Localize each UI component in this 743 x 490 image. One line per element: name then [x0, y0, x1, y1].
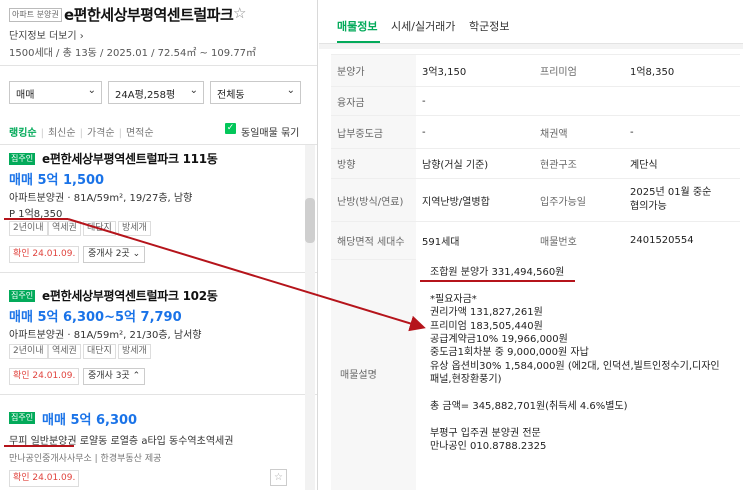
tab-school-info[interactable]: 학군정보	[469, 18, 509, 34]
scrollbar-track[interactable]	[305, 145, 315, 490]
chevron-down-icon: ⌄	[189, 85, 198, 96]
owner-badge: 집주인	[9, 412, 36, 424]
divider	[0, 144, 317, 145]
owner-badge: 집주인	[9, 290, 36, 302]
info-value: 591세대	[416, 221, 534, 260]
info-key: 매물번호	[534, 221, 624, 260]
info-row: 융자금 -	[331, 86, 740, 116]
listing-title: e편한세상부평역센트럴파크 111동	[42, 152, 218, 166]
feature-tag: 2년이내	[9, 221, 48, 236]
listing-description: 조합원 분양가 331,494,560원 *필요자금* 권리가액 131,827…	[430, 267, 720, 453]
tab-listing-info[interactable]: 매물정보	[337, 18, 377, 34]
info-key: 현관구조	[534, 148, 624, 179]
feature-tag: 역세권	[48, 344, 81, 359]
building-select[interactable]: 전체동 ⌄	[210, 81, 301, 104]
info-row: 방향 남향(거실 기준) 현관구조 계단식	[331, 148, 740, 179]
sort-price[interactable]: 가격순	[87, 128, 115, 139]
description-label: 매물설명	[340, 370, 377, 381]
apt-type-tag: 아파트 분양권	[9, 8, 62, 22]
agents-button[interactable]: 중개사 2곳 ⌄	[83, 246, 146, 263]
info-value: 남향(거실 기준)	[416, 148, 534, 179]
info-key: 납부중도금	[331, 115, 416, 149]
listing-panel: 아파트 분양권 e편한세상부평역센트럴파크 ☆ 단지정보 더보기 › 1500세…	[0, 0, 318, 490]
feature-tag: 역세권	[48, 221, 81, 236]
sort-area[interactable]: 면적순	[126, 128, 154, 139]
info-value: -	[416, 86, 534, 116]
annotation-underline	[420, 280, 575, 282]
info-value: 지역난방/열병합	[416, 178, 534, 222]
info-value: 2025년 01월 중순 협의가능	[624, 178, 740, 222]
star-icon[interactable]: ☆	[270, 469, 287, 486]
info-key: 프리미엄	[534, 54, 624, 87]
listing-info-table: 분양가 3억3,150 프리미엄 1억8,350 융자금 - 납부중도금 - 채…	[331, 54, 740, 260]
confirm-date: 확인 24.01.09.	[9, 470, 80, 487]
info-key: 융자금	[331, 86, 416, 116]
info-key: 채권액	[534, 115, 624, 149]
listing-spec: 아파트분양권 · 81A/59m², 21/30층, 남서향	[9, 330, 202, 341]
area-select[interactable]: 24A평,258평 ⌄	[108, 81, 204, 104]
info-key: 입주가능일	[534, 178, 624, 222]
annotation-underline	[4, 445, 74, 447]
owner-badge: 집주인	[9, 153, 36, 165]
listing-price: 매매 5억 6,300~5억 7,790	[9, 310, 182, 325]
info-row: 납부중도금 - 채권액 -	[331, 115, 740, 149]
info-row: 해당면적 세대수 591세대 매물번호 2401520554	[331, 221, 740, 260]
agents-button[interactable]: 중개사 3곳 ⌃	[83, 368, 146, 385]
info-value: 2401520554	[624, 221, 740, 260]
apt-summary: 1500세대 / 총 13동 / 2025.01 / 72.54㎡ ~ 109.…	[9, 48, 257, 59]
confirm-date: 확인 24.01.09.	[9, 368, 80, 385]
confirm-date: 확인 24.01.09.	[9, 246, 80, 263]
info-key: 방향	[331, 148, 416, 179]
info-row: 분양가 3억3,150 프리미엄 1억8,350	[331, 54, 740, 87]
feature-tag: 방세개	[118, 344, 151, 359]
divider	[319, 44, 743, 49]
apt-title: e편한세상부평역센트럴파크	[64, 6, 234, 24]
info-key: 분양가	[331, 54, 416, 87]
listing-price: 매매 5억 1,500	[9, 173, 105, 188]
divider	[0, 65, 317, 66]
sort-options: 랭킹순 | 최신순 | 가격순 | 면적순	[9, 128, 154, 139]
complex-info-link[interactable]: 단지정보 더보기 ›	[9, 27, 84, 42]
annotation-underline	[4, 218, 68, 220]
listing-source: 만나공인중개사사무소 | 한경부동산 제공	[9, 454, 162, 464]
group-checkbox[interactable]: ✓	[225, 123, 236, 134]
feature-tag: 방세개	[118, 221, 151, 236]
scrollbar-thumb[interactable]	[305, 198, 315, 243]
info-key: 난방(방식/연료)	[331, 178, 416, 222]
description-label-cell: 매물설명	[331, 259, 416, 490]
detail-panel: 매물정보 시세/실거래가 학군정보 분양가 3억3,150 프리미엄 1억8,3…	[319, 0, 743, 490]
star-icon[interactable]: ☆	[233, 4, 246, 22]
sort-ranking[interactable]: 랭킹순	[9, 128, 37, 139]
feature-tag: 대단지	[83, 221, 116, 236]
divider	[0, 272, 317, 273]
info-value: 계단식	[624, 148, 740, 179]
listing-title: e편한세상부평역센트럴파크 102동	[42, 289, 218, 303]
info-value: 3억3,150	[416, 54, 534, 87]
info-value	[624, 86, 740, 116]
info-key	[534, 86, 624, 116]
info-key: 해당면적 세대수	[331, 221, 416, 260]
info-value: 1억8,350	[624, 54, 740, 87]
listing-price: 매매 5억 6,300	[42, 413, 138, 428]
feature-tag: 대단지	[83, 344, 116, 359]
chevron-down-icon: ⌄	[87, 85, 96, 96]
divider	[0, 394, 317, 395]
trade-type-select[interactable]: 매매 ⌄	[9, 81, 102, 104]
tab-price-history[interactable]: 시세/실거래가	[391, 18, 455, 34]
info-value: -	[416, 115, 534, 149]
info-row: 난방(방식/연료) 지역난방/열병합 입주가능일 2025년 01월 중순 협의…	[331, 178, 740, 222]
group-label: 동일매물 묶기	[241, 128, 300, 139]
listing-spec: 아파트분양권 · 81A/59m², 19/27층, 남향	[9, 193, 193, 204]
sort-latest[interactable]: 최신순	[48, 128, 76, 139]
feature-tag: 2년이내	[9, 344, 48, 359]
info-value: -	[624, 115, 740, 149]
chevron-down-icon: ⌄	[286, 85, 295, 96]
